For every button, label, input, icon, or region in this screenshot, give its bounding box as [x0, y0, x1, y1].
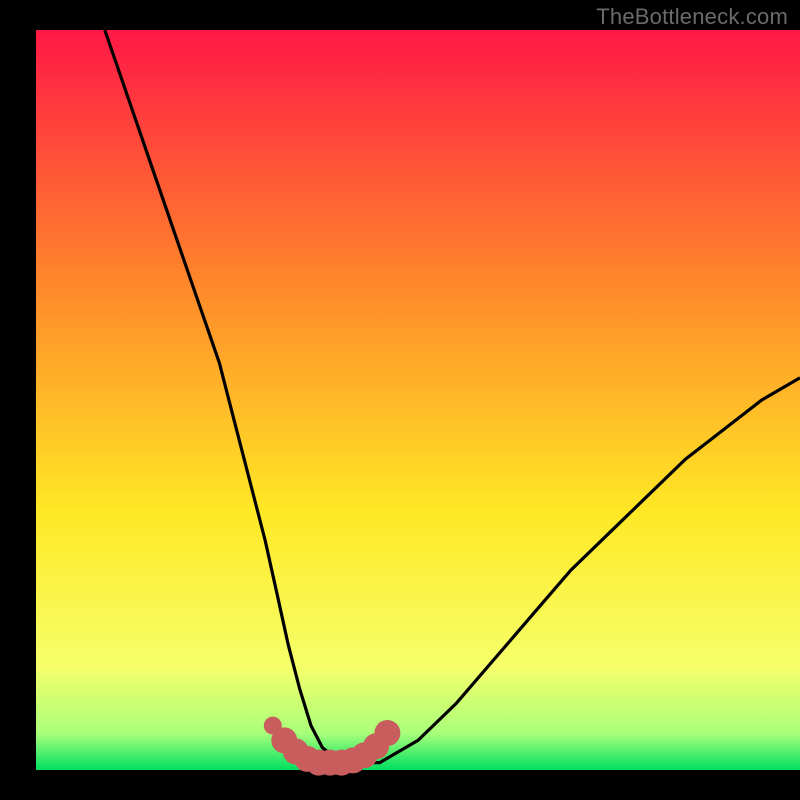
chart-frame: TheBottleneck.com	[0, 0, 800, 800]
plot-area	[36, 30, 800, 770]
watermark-text: TheBottleneck.com	[596, 4, 788, 30]
chart-svg	[0, 0, 800, 800]
marker-dot	[374, 720, 400, 746]
